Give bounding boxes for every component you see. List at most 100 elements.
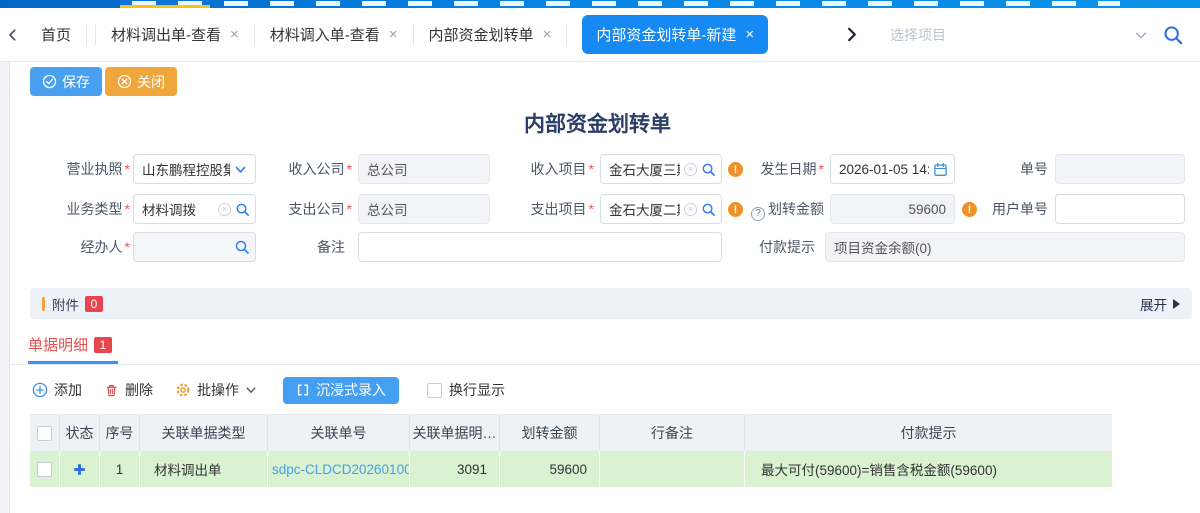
tab-close-icon[interactable]: × xyxy=(230,27,239,42)
search-icon[interactable] xyxy=(701,162,716,177)
search-icon[interactable] xyxy=(235,202,250,217)
chevron-down-icon xyxy=(245,384,257,396)
expand-label: 展开 xyxy=(1140,294,1167,314)
tab-close-icon[interactable]: × xyxy=(389,27,398,42)
cell-seq: 1 xyxy=(100,451,140,487)
save-button[interactable]: 保存 xyxy=(30,67,102,96)
close-button[interactable]: 关闭 xyxy=(105,67,177,96)
biz-type-field[interactable]: 材料调拨 xyxy=(133,194,256,224)
clear-icon[interactable] xyxy=(684,163,697,176)
income-project-label: 收入项目* xyxy=(510,154,594,184)
user-doc-no-label: 用户单号 xyxy=(975,194,1048,224)
tab-fund-transfer-new-active[interactable]: 内部资金划转单-新建 × xyxy=(582,15,768,54)
cell-tip: 最大可付(59600)=销售含税金额(59600) xyxy=(745,451,1112,487)
page-title: 内部资金划转单 xyxy=(10,108,1185,138)
cell-remark xyxy=(600,451,745,487)
tabs-scroll-right-icon[interactable] xyxy=(838,22,864,48)
calendar-icon[interactable] xyxy=(933,162,948,177)
project-select[interactable]: 选择项目 xyxy=(890,25,1148,45)
top-menu-bar xyxy=(0,0,1200,8)
tab-label: 材料调出单-查看 xyxy=(111,24,221,45)
attachment-count-badge: 0 xyxy=(85,296,103,312)
expense-company-field: 总公司 xyxy=(358,194,490,224)
tab-fund-transfer[interactable]: 内部资金划转单 × xyxy=(414,24,567,45)
cell-detail-no: 3091 xyxy=(410,451,500,487)
doc-no-field xyxy=(1055,154,1185,184)
col-detail-no: 关联单据明… xyxy=(410,415,500,451)
col-tip: 付款提示 xyxy=(745,415,1112,451)
tab-label: 内部资金划转单 xyxy=(429,24,534,45)
expense-project-label: 支出项目* xyxy=(510,194,594,224)
expand-toggle[interactable]: 展开 xyxy=(1140,294,1180,314)
payment-tip-label: 付款提示 xyxy=(745,232,815,262)
tab-detail-lines[interactable]: 单据明细 1 xyxy=(28,334,112,355)
payment-tip-field: 项目资金余额(0) xyxy=(825,232,1185,262)
tabs-scroll-left-icon[interactable] xyxy=(0,22,26,48)
table-row: 1 材料调出单 sdpc-CLDCD2026010000 3091 59600 … xyxy=(30,451,1112,487)
col-remark: 行备注 xyxy=(600,415,745,451)
detail-table: 状态 序号 关联单据类型 关联单号 关联单据明… 划转金额 行备注 付款提示 1… xyxy=(30,414,1112,487)
remark-field[interactable] xyxy=(358,232,722,262)
select-all-checkbox[interactable] xyxy=(37,426,52,441)
immersive-entry-button[interactable]: 沉浸式录入 xyxy=(283,377,399,404)
wrap-label: 换行显示 xyxy=(449,380,505,400)
immersive-label: 沉浸式录入 xyxy=(316,380,386,400)
chevron-down-icon[interactable] xyxy=(234,163,247,176)
delete-row-button[interactable]: 删除 xyxy=(104,380,153,400)
tab-material-in-view[interactable]: 材料调入单-查看 × xyxy=(255,24,413,45)
chevron-down-icon[interactable] xyxy=(1134,28,1148,42)
app-window: 首页 材料调出单-查看 × 材料调入单-查看 × 内部资金划转单 × 内部资金划… xyxy=(0,0,1200,513)
check-circle-icon xyxy=(42,74,57,89)
col-seq: 序号 xyxy=(100,415,140,451)
handler-field[interactable] xyxy=(133,232,256,262)
remark-label: 备注 xyxy=(290,232,345,262)
tab-bar: 首页 材料调出单-查看 × 材料调入单-查看 × 内部资金划转单 × 内部资金划… xyxy=(0,8,1200,62)
close-button-label: 关闭 xyxy=(137,72,165,92)
trash-icon xyxy=(104,383,119,398)
income-project-field[interactable]: 金石大厦三期 xyxy=(600,154,722,184)
doc-no-link[interactable]: sdpc-CLDCD2026010000 xyxy=(272,462,409,477)
col-doc-no: 关联单号 xyxy=(268,415,410,451)
search-icon[interactable] xyxy=(234,239,250,255)
clear-icon[interactable] xyxy=(684,203,697,216)
form-panel: 保存 关闭 内部资金划转单 营业执照* 山东鹏程控股集团 收入公司* 总公司 收… xyxy=(10,62,1200,513)
expense-project-field[interactable]: 金石大厦二期 xyxy=(600,194,722,224)
batch-operations-button[interactable]: 批操作 xyxy=(175,380,257,400)
user-doc-no-field[interactable] xyxy=(1055,194,1185,224)
income-company-field: 总公司 xyxy=(358,154,490,184)
license-select[interactable]: 山东鹏程控股集团 xyxy=(133,154,256,184)
table-header-row: 状态 序号 关联单据类型 关联单号 关联单据明… 划转金额 行备注 付款提示 xyxy=(30,414,1112,451)
row-add-icon[interactable] xyxy=(73,463,86,476)
grid-toolbar: 添加 删除 批操作 沉浸式录入 换行显示 xyxy=(32,375,505,405)
search-icon[interactable] xyxy=(701,202,716,217)
add-label: 添加 xyxy=(54,380,82,400)
add-row-button[interactable]: 添加 xyxy=(32,380,82,400)
tab-material-out-view[interactable]: 材料调出单-查看 × xyxy=(96,24,254,45)
tab-close-icon[interactable]: × xyxy=(543,27,552,42)
project-search-icon[interactable] xyxy=(1162,24,1184,46)
occur-date-label: 发生日期* xyxy=(745,154,824,184)
gear-icon xyxy=(175,382,191,398)
left-gutter xyxy=(0,62,10,513)
plus-circle-icon xyxy=(32,382,48,398)
clear-icon[interactable] xyxy=(218,203,231,216)
wrap-display-option: 换行显示 xyxy=(427,380,505,400)
occur-date-field[interactable]: 2026-01-05 14: xyxy=(830,154,955,184)
expand-arrow-icon xyxy=(1173,299,1180,309)
license-label: 营业执照* xyxy=(20,154,130,184)
transfer-amount-label: 划转金额 xyxy=(733,194,824,224)
tab-label: 材料调入单-查看 xyxy=(270,24,380,45)
income-company-label: 收入公司* xyxy=(270,154,352,184)
tab-home[interactable]: 首页 xyxy=(26,24,86,45)
income-project-warning-icon xyxy=(728,162,743,177)
top-menu-items xyxy=(132,1,1120,6)
biz-type-label: 业务类型* xyxy=(20,194,130,224)
tab-separator xyxy=(566,25,567,45)
expense-company-label: 支出公司* xyxy=(270,194,352,224)
cell-amount: 59600 xyxy=(500,451,600,487)
row-checkbox[interactable] xyxy=(37,462,52,477)
tab-close-icon[interactable]: × xyxy=(745,27,754,42)
x-circle-icon xyxy=(117,74,132,89)
wrap-display-checkbox[interactable] xyxy=(427,383,442,398)
attachment-label: 附件 xyxy=(52,294,79,314)
